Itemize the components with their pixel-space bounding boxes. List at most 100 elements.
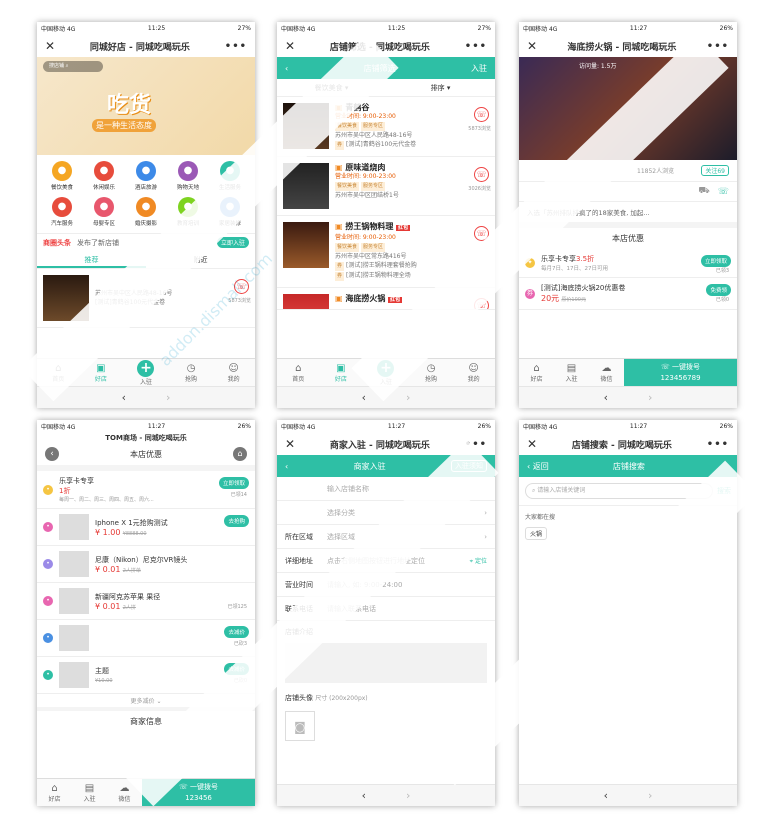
action-button[interactable]: 去抢购 <box>224 515 249 527</box>
category-item[interactable]: ● 母婴专区 <box>83 197 125 227</box>
form-field[interactable]: 营业时间 请输入, 如: 9:00-24:00 <box>277 573 495 597</box>
list-item[interactable]: • Iphone X 1元抢购测试 ¥ 1.00 ¥8888.00 去抢购 <box>37 509 255 546</box>
back-arrow-icon[interactable]: ‹ <box>122 391 126 404</box>
category-item[interactable]: ● 休闲娱乐 <box>83 161 125 191</box>
form-field[interactable]: 联系电话 请输入联系电话 <box>277 597 495 621</box>
call-icon[interactable]: ☏ <box>474 167 489 182</box>
tab-flash[interactable]: ◷ 抢购 <box>425 363 437 383</box>
action-button[interactable]: 去减价 <box>224 663 249 675</box>
form-field[interactable]: 详细地址 点击右侧地图按钮进行地址定位 ⌖ 定位 <box>277 549 495 573</box>
tab-join[interactable]: ▤ 入驻 <box>554 359 589 386</box>
list-item[interactable]: ▣ 青鹤谷 营业时间: 9:00-23:00 餐饮美食 服务专区 苏州市吴中区人民路48… <box>277 97 495 157</box>
forward-arrow-icon[interactable]: › <box>406 789 410 802</box>
tab-shops[interactable]: ⌂ 好店 <box>37 779 72 806</box>
list-item[interactable]: • 去减价 已砍3 <box>37 620 255 657</box>
close-icon[interactable]: ✕ <box>527 39 537 53</box>
category-item[interactable]: ● 教育培训 <box>167 197 209 227</box>
home-icon[interactable]: ⌂ <box>233 447 247 461</box>
call-icon[interactable]: ☏ <box>474 298 489 309</box>
back-arrow-icon[interactable]: ‹ <box>362 789 366 802</box>
category-item[interactable]: ● 婚庆摄影 <box>125 197 167 227</box>
call-icon[interactable]: ☏ <box>474 107 489 122</box>
hot-tag[interactable]: 火锅 <box>525 527 548 540</box>
enter-button[interactable]: 立即入驻 <box>216 237 249 248</box>
tab-mine[interactable]: ☺ 我的 <box>468 363 480 383</box>
tab-shops[interactable]: ▣ 好店 <box>95 363 107 383</box>
list-item[interactable]: • 尼康（Nikon）尼克尔VR镜头 ¥ 0.01 2人拼单 <box>37 546 255 583</box>
join-rules-button[interactable]: 入驻须知 <box>450 460 487 472</box>
forward-arrow-icon[interactable]: › <box>406 391 410 404</box>
list-item[interactable]: 券 [测试]海底捞火锅20优惠卷 20元 原价100元 免费领 已领0 <box>519 278 737 310</box>
more-icon[interactable]: ••• <box>707 439 729 450</box>
tab-wechat[interactable]: ☁ 微信 <box>107 779 142 806</box>
more-icon[interactable]: ••• <box>465 41 487 52</box>
hero-banner[interactable]: 搜店铺 ⌕ 吃货 是一种生活态度 <box>37 57 255 155</box>
close-icon[interactable]: ✕ <box>45 39 55 53</box>
tab-join[interactable]: ▤ 入驻 <box>72 779 107 806</box>
category-item[interactable]: ● 汽车服务 <box>41 197 83 227</box>
intro-textarea[interactable] <box>285 643 487 683</box>
list-item[interactable]: • 主题 ¥10.00 去减价 已砍0 <box>37 657 255 694</box>
call-icon[interactable]: ☏ <box>474 226 489 241</box>
back-arrow-icon[interactable]: ‹ <box>604 391 608 404</box>
forward-arrow-icon[interactable]: › <box>166 391 170 404</box>
list-item[interactable]: ▣ 捞王锅物料理 红包 营业时间: 9:00-23:00 餐饮美食 服务专区 苏州市吴中… <box>277 216 495 288</box>
car-icon[interactable]: ⛟ <box>698 186 709 197</box>
category-item[interactable]: ● 餐饮美食 <box>41 161 83 191</box>
shop-photo[interactable]: 访问量: 1.5万 <box>519 57 737 160</box>
tab-home[interactable]: ⌂ 首页 <box>52 363 64 383</box>
tab-recommend[interactable]: 推荐 <box>37 251 146 268</box>
tab-home[interactable]: ⌂ 首页 <box>292 363 304 383</box>
search-button[interactable]: 搜索 <box>717 483 731 499</box>
join-link[interactable]: 入驻 <box>471 63 487 74</box>
close-icon[interactable]: ✕ <box>527 437 537 451</box>
free-claim-button[interactable]: 免费领 <box>706 284 731 296</box>
back-icon[interactable]: ‹ <box>45 447 59 461</box>
search-input[interactable]: ⌕ 请输入店铺关键词 <box>525 483 713 499</box>
back-link[interactable]: ‹ 返回 <box>527 461 549 472</box>
list-item[interactable]: • 乐享卡专享 1折 每周一、周二、周三、周四、周五、周六... 立即领取 已领14 <box>37 471 255 509</box>
more-icon[interactable]: ••• <box>707 41 729 52</box>
phone-icon[interactable]: ☏ <box>718 187 729 197</box>
more-icon[interactable]: ••• <box>225 41 247 52</box>
close-icon[interactable]: ✕ <box>285 437 295 451</box>
back-arrow-icon[interactable]: ‹ <box>604 789 608 802</box>
category-item[interactable]: ● 生活服务 <box>209 161 251 191</box>
category-item[interactable]: ● 酒店旅游 <box>125 161 167 191</box>
list-item[interactable]: • 新疆阿克苏苹果 果径 ¥ 0.01 2人拼 已领125 <box>37 583 255 620</box>
search-input[interactable]: 搜店铺 ⌕ <box>43 61 103 72</box>
sort-filter[interactable]: 排序 ▾ <box>386 83 495 93</box>
claim-button[interactable]: 立即领取 <box>700 255 731 267</box>
more-icon[interactable]: ••• <box>465 439 487 450</box>
form-field[interactable]: 输入店铺名称 <box>277 477 495 501</box>
forward-arrow-icon[interactable]: › <box>648 391 652 404</box>
close-icon[interactable]: ✕ <box>285 39 295 53</box>
follow-button[interactable]: 关注69 <box>701 165 729 176</box>
back-arrow-icon[interactable]: ‹ <box>362 391 366 404</box>
tab-wechat[interactable]: ☁ 微信 <box>589 359 624 386</box>
avatar-upload[interactable]: ◙ <box>285 711 315 741</box>
forward-arrow-icon[interactable]: › <box>648 789 652 802</box>
call-button[interactable]: ☏ 一键拨号 123456 <box>142 779 255 806</box>
category-item[interactable]: ● 购物天地 <box>167 161 209 191</box>
tab-flash[interactable]: ◷ 抢购 <box>185 363 197 383</box>
list-item[interactable]: ▣ 海底捞火锅 红包 ☏ <box>277 288 495 310</box>
back-icon[interactable]: ‹ <box>285 64 288 73</box>
back-icon[interactable]: ‹ <box>285 462 288 471</box>
form-field[interactable]: 选择分类 › <box>277 501 495 525</box>
list-item[interactable]: ✦ 乐享卡专享3.5折 每月7日、17日、27日可用 立即领取 已领3 <box>519 249 737 278</box>
category-item[interactable]: ● 家居装修 <box>209 197 251 227</box>
more-link[interactable]: 更多减价 ⌄ <box>37 694 255 707</box>
locate-button[interactable]: ⌖ 定位 <box>470 556 487 566</box>
form-field[interactable]: 所在区域 选择区域 › <box>277 525 495 549</box>
list-item[interactable]: ▣ 原味道烧肉 营业时间: 9:00-23:00 餐饮美食 服务专区 苏州市吴中区团结桥… <box>277 157 495 216</box>
tab-join[interactable]: + 入驻 <box>137 359 155 386</box>
action-button[interactable]: 立即领取 <box>218 477 249 489</box>
category-filter[interactable]: 餐饮美食 ▾ <box>277 83 386 93</box>
tab-shops[interactable]: ▣ 好店 <box>335 363 347 383</box>
tab-join[interactable]: + 入驻 <box>377 359 395 386</box>
call-button[interactable]: ☏ 一键拨号 123456789 <box>624 359 737 386</box>
headline[interactable]: 商圈头条 发布了新店铺 立即入驻 <box>37 233 255 251</box>
tab-nearby[interactable]: 附近 <box>146 251 255 268</box>
tab-mine[interactable]: ☺ 我的 <box>228 363 240 383</box>
